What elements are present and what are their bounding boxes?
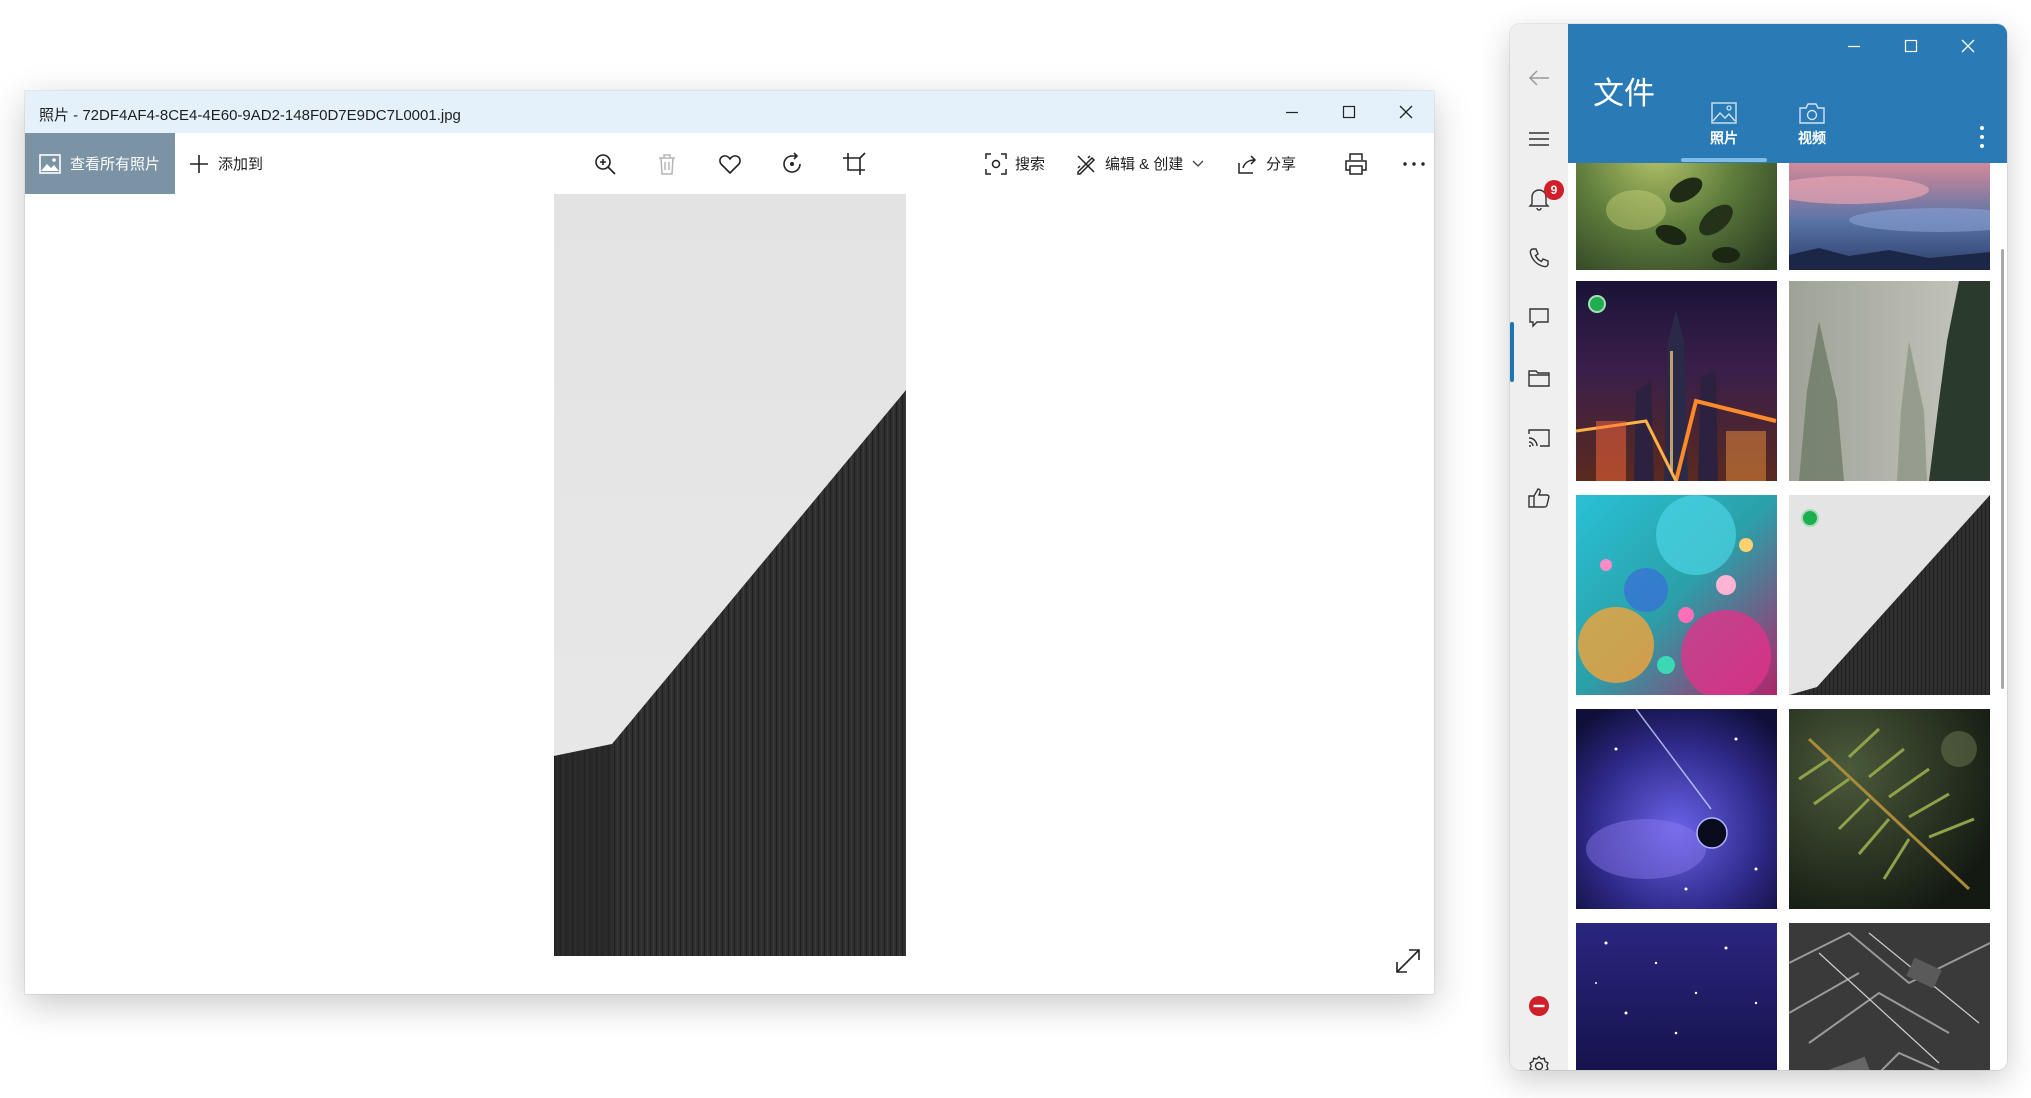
tab-videos-label: 视频 [1798, 130, 1826, 146]
visual-search-icon [985, 152, 1007, 175]
files-header: 文件 照片 视频 [1568, 24, 2007, 163]
thumbs-up-icon [1528, 488, 1550, 508]
phone-icon [1529, 248, 1549, 268]
share-button[interactable]: 分享 [1236, 133, 1296, 194]
expand-button[interactable] [1393, 946, 1423, 976]
do-not-disturb-button[interactable] [1510, 982, 1568, 1030]
search-label: 搜索 [1015, 156, 1046, 173]
tab-photos[interactable]: 照片 [1684, 102, 1764, 158]
edit-create-label: 编辑 & 创建 [1105, 156, 1184, 173]
title-bar[interactable]: 照片 - 72DF4AF4-8CE4-4E60-9AD2-148F0D7E9DC… [25, 91, 1434, 133]
folder-icon [1528, 370, 1550, 387]
cast-icon [1528, 429, 1550, 447]
thumbnail[interactable] [1576, 163, 1777, 270]
back-button[interactable] [1510, 54, 1568, 102]
thumbnail[interactable] [1789, 163, 1990, 270]
main-photo [554, 194, 906, 956]
selection-indicator [1588, 295, 1606, 313]
close-icon [1961, 39, 1975, 53]
menu-button[interactable] [1510, 115, 1568, 163]
search-button[interactable]: 搜索 [985, 133, 1045, 194]
image-icon [1711, 102, 1737, 124]
crop-icon [843, 152, 866, 175]
tab-photos-label: 照片 [1710, 130, 1738, 146]
delete-icon [659, 154, 675, 175]
edit-create-button[interactable]: 编辑 & 创建 [1075, 133, 1204, 194]
edit-icon [1075, 153, 1097, 175]
calls-button[interactable] [1510, 234, 1568, 282]
more-options-button[interactable] [1972, 124, 1992, 150]
thumbnail[interactable] [1789, 709, 1990, 909]
close-icon [1399, 105, 1412, 119]
thumbnail[interactable] [1789, 281, 1990, 481]
favorite-button[interactable] [713, 148, 747, 180]
phone-link-window: 9 文件 照片 视频 [1510, 24, 2007, 1070]
hamburger-icon [1529, 132, 1549, 146]
settings-button[interactable] [1510, 1042, 1568, 1070]
thumbnail[interactable] [1576, 709, 1777, 909]
back-arrow-icon [1528, 70, 1549, 86]
page-title: 文件 [1593, 76, 1655, 111]
print-button[interactable] [1339, 148, 1373, 180]
share-icon [1236, 153, 1258, 175]
more-button[interactable] [1397, 148, 1431, 180]
minimize-icon [1848, 45, 1860, 48]
photo-grid [1568, 163, 2007, 1070]
thumbnail[interactable] [1789, 923, 1990, 1070]
window-title: 照片 - 72DF4AF4-8CE4-4E60-9AD2-148F0D7E9DC… [39, 107, 461, 124]
photos-window: 照片 - 72DF4AF4-8CE4-4E60-9AD2-148F0D7E9DC… [25, 91, 1434, 994]
more-vertical-icon [1980, 126, 1984, 148]
crop-button[interactable] [837, 148, 871, 180]
minimize-button[interactable] [1263, 91, 1320, 133]
minimize-icon [1285, 111, 1298, 114]
maximize-button[interactable] [1896, 36, 1926, 56]
scrollbar[interactable] [2001, 249, 2004, 689]
view-all-photos-button[interactable]: 查看所有照片 [25, 133, 175, 194]
notification-badge: 9 [1544, 180, 1564, 200]
maximize-icon [1904, 39, 1918, 53]
add-to-label: 添加到 [218, 156, 264, 173]
print-icon [1345, 153, 1367, 175]
camera-icon [1799, 103, 1825, 124]
expand-icon [1396, 949, 1420, 973]
rotate-icon [783, 152, 801, 173]
chat-icon [1529, 308, 1549, 328]
add-to-button[interactable]: 添加到 [189, 133, 263, 194]
close-button[interactable] [1953, 36, 1983, 56]
messages-button[interactable] [1510, 294, 1568, 342]
files-button[interactable] [1510, 354, 1568, 402]
tab-videos[interactable]: 视频 [1772, 102, 1852, 158]
zoom-icon [595, 154, 616, 175]
close-button[interactable] [1377, 91, 1434, 133]
thumbnail[interactable] [1576, 281, 1777, 481]
maximize-icon [1342, 105, 1355, 119]
delete-button[interactable] [650, 148, 684, 180]
chevron-down-icon [1192, 160, 1204, 168]
apps-button[interactable] [1510, 414, 1568, 462]
view-all-label: 查看所有照片 [70, 156, 161, 173]
share-label: 分享 [1266, 156, 1297, 173]
minimize-button[interactable] [1839, 36, 1869, 56]
maximize-button[interactable] [1320, 91, 1377, 133]
image-icon [39, 153, 61, 174]
thumbnail[interactable] [1576, 923, 1777, 1070]
thumbnail[interactable] [1789, 495, 1990, 695]
plus-icon [189, 154, 209, 174]
stop-icon [1529, 996, 1549, 1016]
selection-indicator [1801, 509, 1819, 527]
heart-icon [719, 155, 741, 175]
more-icon [1403, 162, 1425, 166]
toolbar: 查看所有照片 添加到 搜索 编辑 & 创建 分享 [25, 133, 1434, 194]
settings-icon [1529, 1055, 1549, 1070]
feedback-button[interactable] [1510, 474, 1568, 522]
rotate-button[interactable] [775, 148, 809, 180]
thumbnail[interactable] [1576, 495, 1777, 695]
tab-selected-indicator [1681, 158, 1767, 162]
nav-rail: 9 [1510, 24, 1568, 1070]
notifications-button[interactable]: 9 [1510, 175, 1568, 223]
zoom-button[interactable] [588, 148, 622, 180]
